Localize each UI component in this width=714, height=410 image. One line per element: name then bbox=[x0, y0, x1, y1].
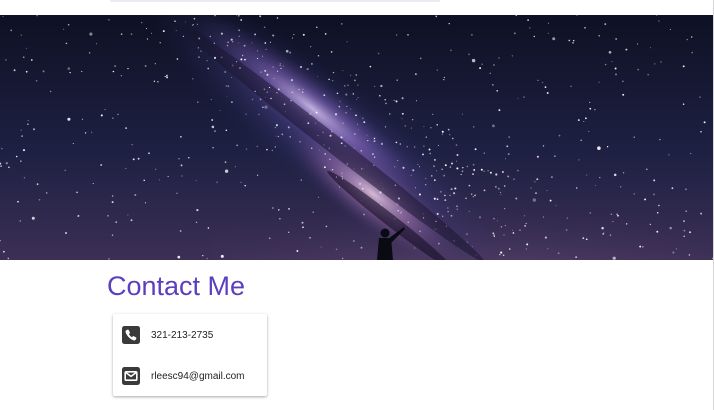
page-title: Contact Me bbox=[107, 271, 246, 301]
hero-banner bbox=[0, 15, 713, 260]
email-link[interactable]: rleesc94@gmail.com bbox=[122, 365, 262, 387]
top-bar bbox=[0, 0, 714, 15]
phone-icon bbox=[122, 326, 140, 344]
email-address: rleesc94@gmail.com bbox=[151, 370, 245, 382]
phone-link[interactable]: 321-213-2735 bbox=[122, 324, 262, 346]
contact-page: Contact Me 321-213-2735 rleesc94@gmail.c… bbox=[0, 0, 714, 410]
contact-card: 321-213-2735 rleesc94@gmail.com bbox=[113, 314, 267, 396]
phone-number: 321-213-2735 bbox=[151, 329, 214, 341]
milky-way-night-sky-image bbox=[0, 15, 713, 260]
top-divider bbox=[110, 0, 440, 2]
envelope-icon bbox=[122, 367, 140, 385]
